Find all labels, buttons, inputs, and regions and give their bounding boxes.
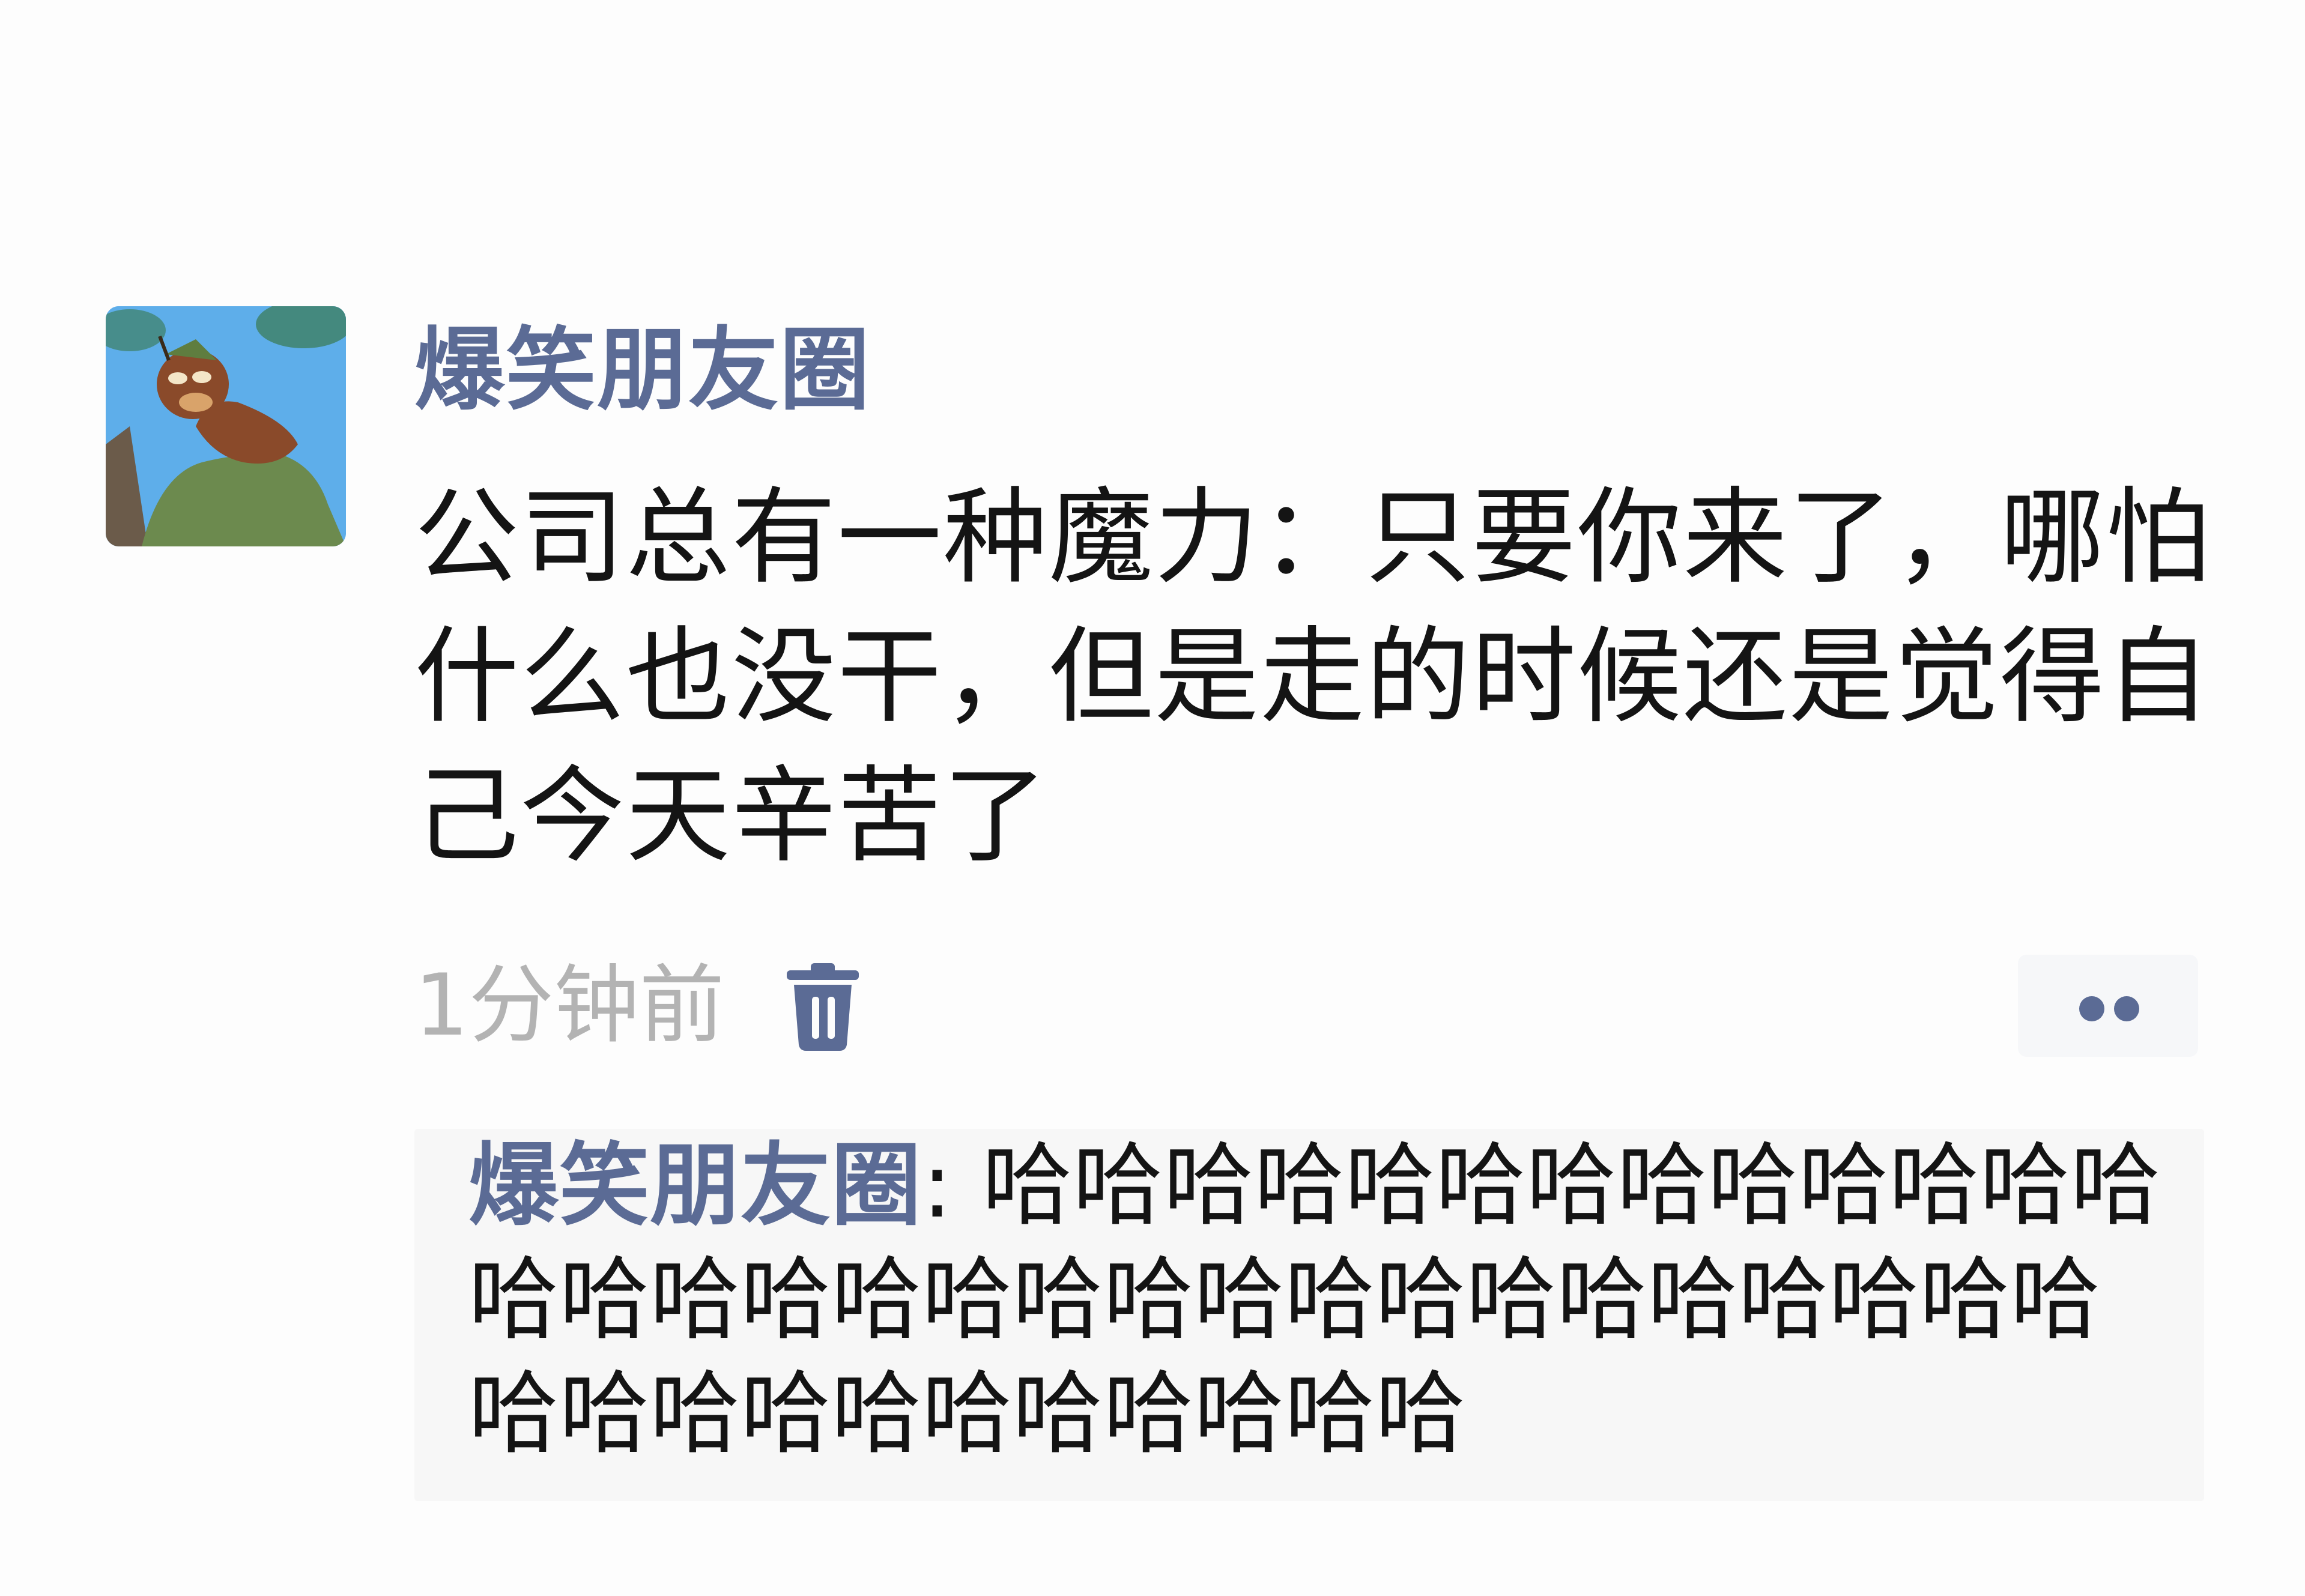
comment-item[interactable]: 爆笑朋友圈: 哈哈哈哈哈哈哈哈哈哈哈哈哈哈哈哈哈哈哈哈哈哈哈哈哈哈哈哈哈哈哈哈哈…: [468, 1129, 2162, 1471]
post-timestamp: 1分钟前: [414, 956, 725, 1055]
two-dots-icon: [2079, 996, 2104, 1021]
more-actions-button[interactable]: [2018, 955, 2198, 1057]
trash-icon[interactable]: [781, 962, 865, 1052]
comment-separator: :: [922, 1134, 983, 1238]
avatar-image: [106, 306, 346, 546]
comment-section: 爆笑朋友圈: 哈哈哈哈哈哈哈哈哈哈哈哈哈哈哈哈哈哈哈哈哈哈哈哈哈哈哈哈哈哈哈哈哈…: [414, 1129, 2204, 1501]
post-author-name[interactable]: 爆笑朋友圈: [414, 313, 871, 428]
comment-author-name[interactable]: 爆笑朋友圈: [468, 1134, 922, 1238]
two-dots-icon: [2114, 996, 2139, 1021]
post-meta-row: 1分钟前: [414, 949, 2216, 1063]
avatar[interactable]: [106, 306, 346, 546]
post-text: 公司总有一种魔力：只要你来了，哪怕什么也没干，但是走的时候还是觉得自己今天辛苦了: [414, 477, 2212, 877]
